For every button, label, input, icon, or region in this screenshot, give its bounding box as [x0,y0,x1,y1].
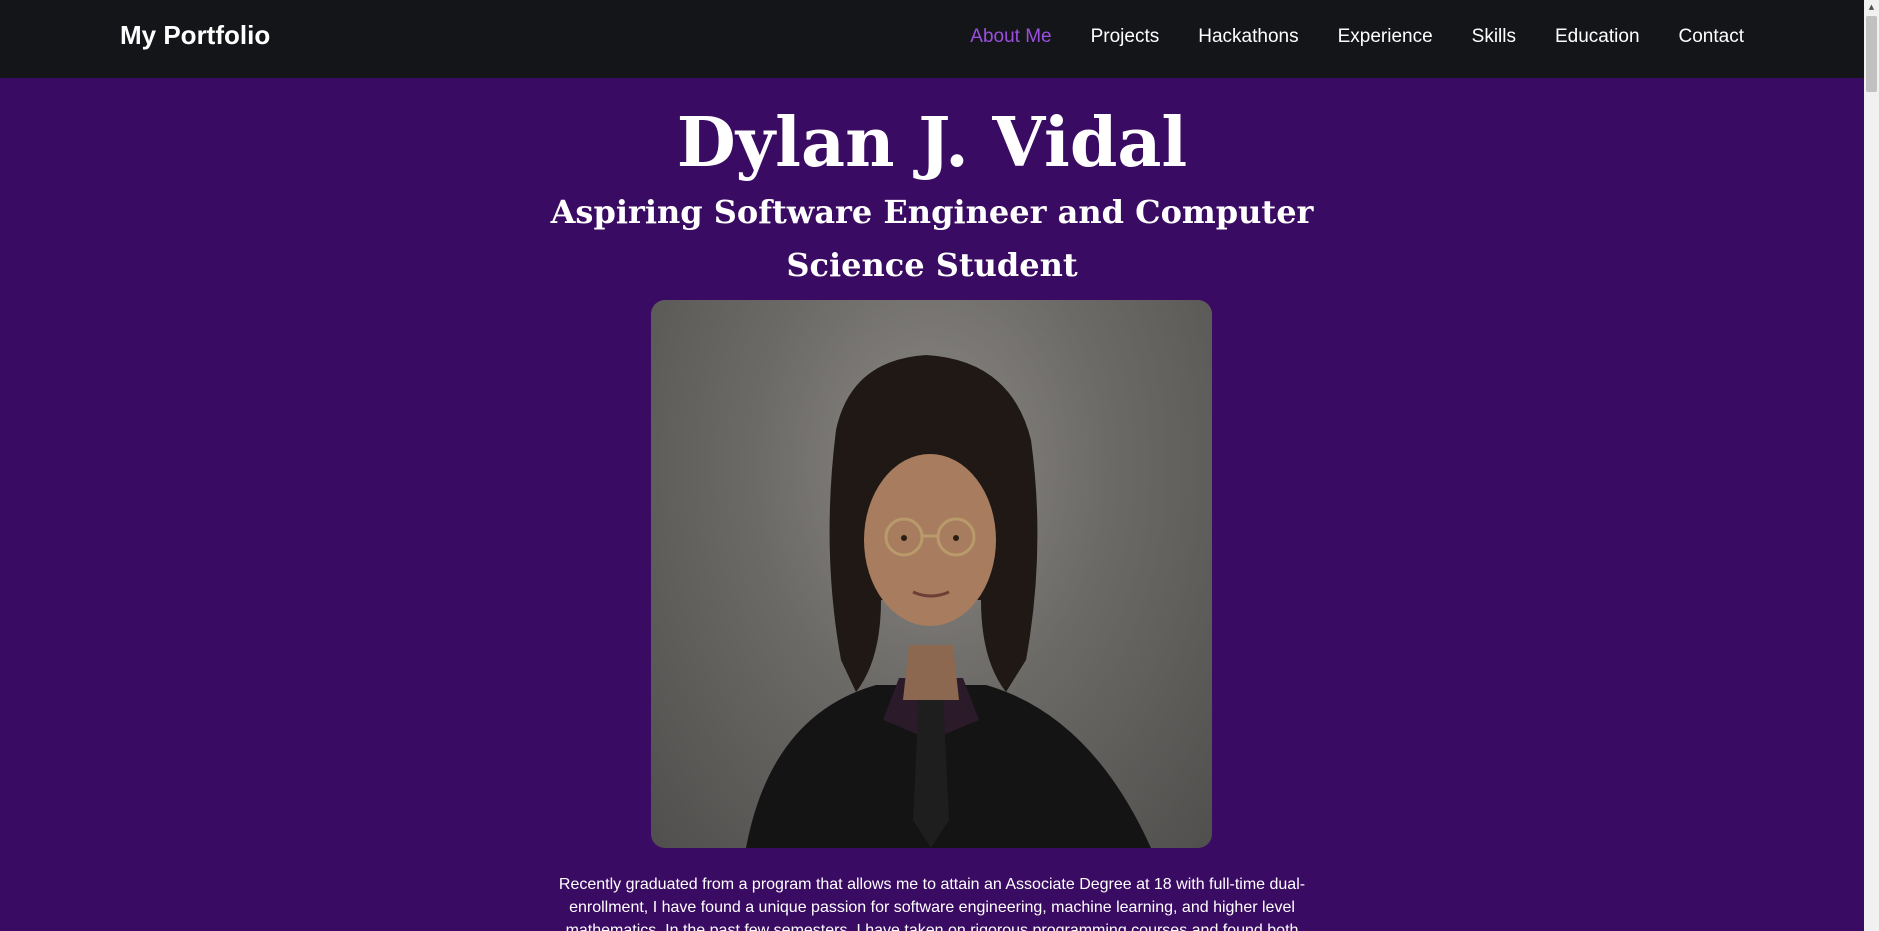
vertical-scrollbar[interactable]: ▲ [1864,0,1879,931]
brand-logo[interactable]: My Portfolio [120,20,270,51]
nav-links: About Me Projects Hackathons Experience … [970,26,1744,48]
nav-link-about-me[interactable]: About Me [970,26,1051,48]
scroll-up-arrow-icon[interactable]: ▲ [1864,0,1879,14]
nav-link-education[interactable]: Education [1555,26,1640,48]
nav-link-skills[interactable]: Skills [1472,26,1516,48]
nav-link-projects[interactable]: Projects [1091,26,1160,48]
navbar: My Portfolio About Me Projects Hackathon… [0,0,1864,78]
about-me-section: Dylan J. Vidal Aspiring Software Enginee… [0,78,1864,931]
bio-text: Recently graduated from a program that a… [558,876,1306,931]
nav-link-experience[interactable]: Experience [1338,26,1433,48]
page-title: Dylan J. Vidal [676,103,1188,183]
scrollbar-thumb[interactable] [1866,16,1877,92]
profile-photo [651,300,1212,848]
page-subtitle: Aspiring Software Engineer and Computer … [550,193,1314,284]
nav-link-hackathons[interactable]: Hackathons [1198,26,1298,48]
nav-link-contact[interactable]: Contact [1679,26,1744,48]
